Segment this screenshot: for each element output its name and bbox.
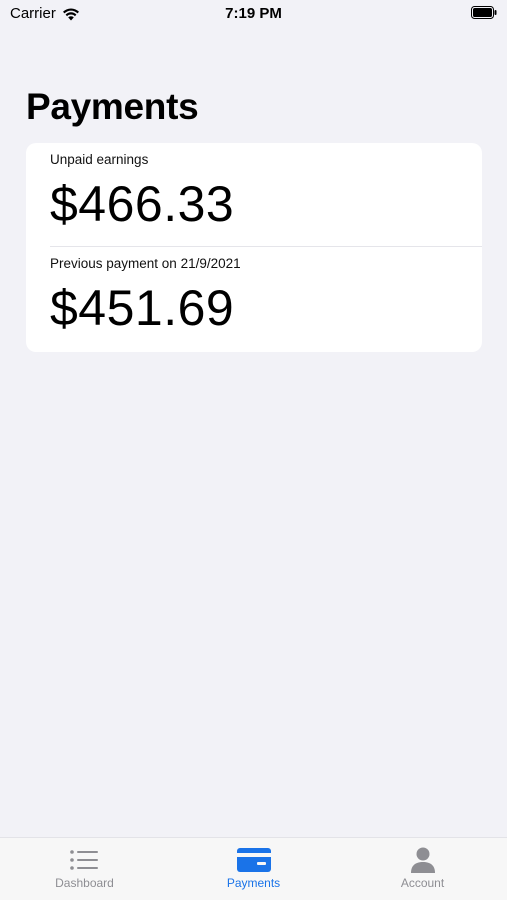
person-icon [410,847,435,873]
previous-payment-label: Previous payment on 21/9/2021 [50,256,241,271]
tab-dashboard[interactable]: Dashboard [0,838,169,900]
list-icon [69,850,98,870]
status-time: 7:19 PM [225,5,282,22]
tab-dashboard-label: Dashboard [55,876,114,890]
previous-payment-amount: $451.69 [50,280,235,336]
tab-account[interactable]: Account [338,838,507,900]
tab-payments[interactable]: Payments [169,838,338,900]
tab-bar: Dashboard Payments Account [0,837,507,900]
status-bar: Carrier 7:19 PM [0,0,507,30]
credit-card-icon [236,848,271,872]
battery-icon [471,6,497,19]
unpaid-earnings-label: Unpaid earnings [50,152,149,167]
previous-payment-row: Previous payment on 21/9/2021 $451.69 [26,247,482,352]
tab-account-label: Account [400,876,445,890]
earnings-card: Unpaid earnings $466.33 Previous payment… [26,143,482,352]
page-title: Payments [26,86,199,127]
unpaid-earnings-amount: $466.33 [50,176,235,232]
tab-payments-label: Payments [226,876,281,890]
unpaid-earnings-row: Unpaid earnings $466.33 [26,143,482,246]
